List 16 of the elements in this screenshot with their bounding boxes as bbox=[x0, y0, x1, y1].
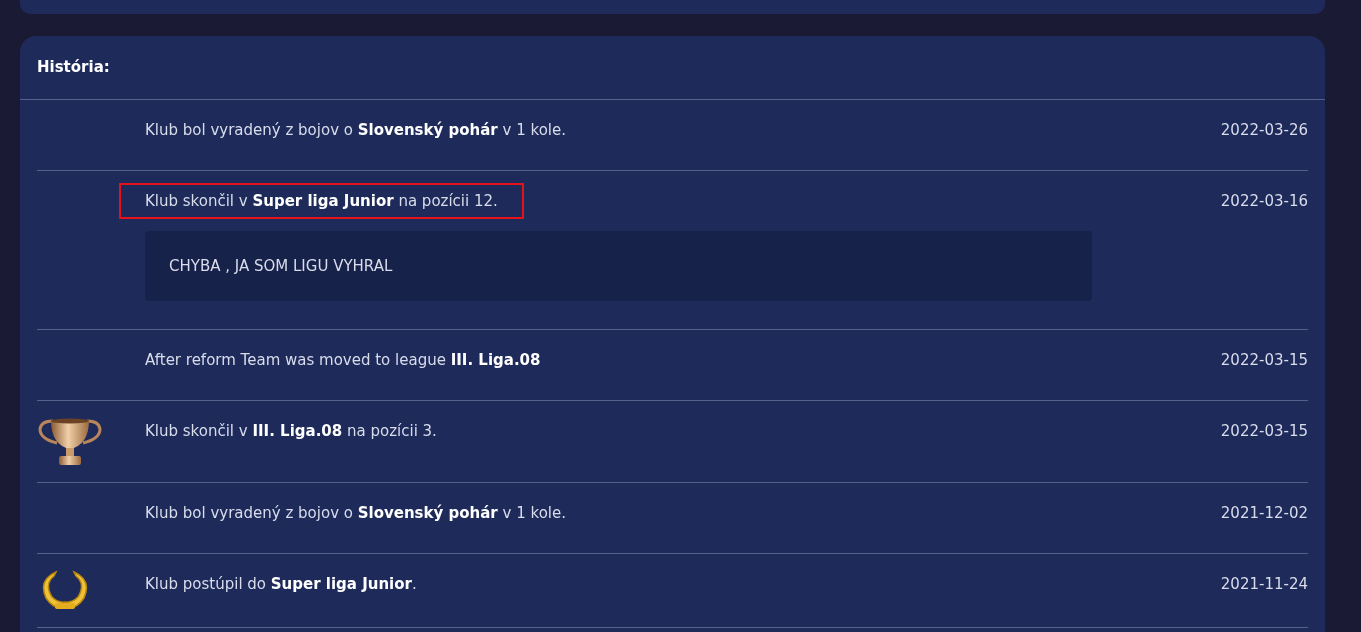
event-date: 2021-11-24 bbox=[1220, 573, 1308, 595]
event-date: 2021-12-02 bbox=[1220, 502, 1308, 524]
event-text: Klub bol vyradený z bojov o Slovenský pohár v 1 kole. bbox=[145, 502, 566, 524]
event-date: 2022-03-16 bbox=[1220, 190, 1308, 212]
event-text: Klub skončil v III. Liga.08 na pozícii 3. bbox=[145, 420, 437, 442]
laurel-wreath-icon bbox=[40, 569, 90, 612]
event-date: 2022-03-26 bbox=[1220, 119, 1308, 141]
event-text: After reform Team was moved to league III. Liga.08 bbox=[145, 349, 541, 371]
comment-text: CHYBA , JA SOM LIGU VYHRAL bbox=[145, 230, 1092, 301]
event-text: Klub skončil v Super liga Junior na pozícii 12. bbox=[121, 184, 522, 217]
event-text: Klub postúpil do Super liga Junior. bbox=[145, 573, 417, 595]
event-date: 2022-03-15 bbox=[1220, 349, 1308, 371]
event-text: Klub bol vyradený z bojov o Slovenský pohár v 1 kole. bbox=[145, 119, 566, 141]
trophy-icon bbox=[37, 416, 103, 467]
event-date: 2022-03-15 bbox=[1220, 420, 1308, 442]
card-title: História: bbox=[37, 58, 110, 76]
